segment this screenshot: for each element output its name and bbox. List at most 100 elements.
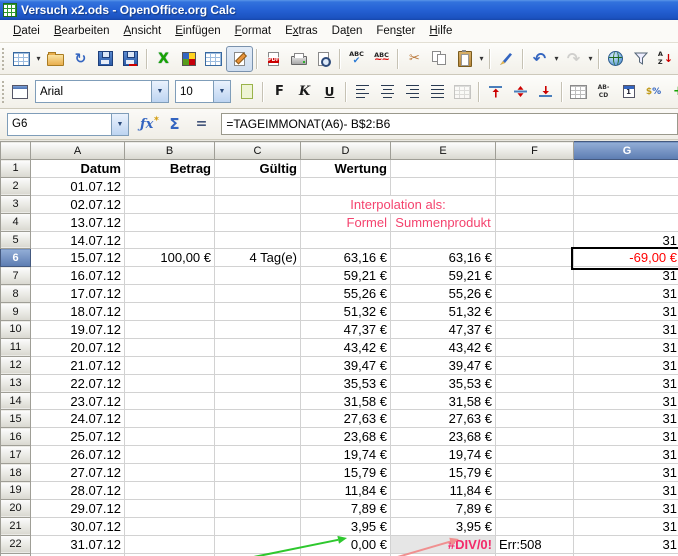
column-header-b[interactable]: B xyxy=(125,142,215,160)
cell-A5[interactable]: 14.07.12 xyxy=(31,231,125,249)
new-document-button[interactable] xyxy=(9,47,34,71)
export-pdf-button[interactable]: PDF xyxy=(261,47,286,71)
cell-A6[interactable]: 15.07.12 xyxy=(31,249,125,267)
cell-E5[interactable] xyxy=(391,231,496,249)
font-size-combo[interactable]: ▼ xyxy=(175,80,231,103)
cell-E15[interactable]: 27,63 € xyxy=(391,410,496,428)
cell-C10[interactable] xyxy=(215,321,301,339)
row-header-18[interactable]: 18 xyxy=(1,464,31,482)
row-header-7[interactable]: 7 xyxy=(1,267,31,285)
column-header-d[interactable]: D xyxy=(301,142,391,160)
cell-B2[interactable] xyxy=(125,177,215,195)
column-header-g[interactable]: G xyxy=(574,142,678,160)
cell-B12[interactable] xyxy=(125,356,215,374)
format-paintbrush-button[interactable] xyxy=(494,47,519,71)
cell-F9[interactable] xyxy=(496,303,574,321)
bold-button[interactable]: F xyxy=(267,80,292,104)
align-right-button[interactable] xyxy=(400,80,425,104)
cell-E21[interactable]: 3,95 € xyxy=(391,517,496,535)
cell-C8[interactable] xyxy=(215,285,301,303)
function-wizard-button[interactable]: ƒx✶ xyxy=(132,112,161,136)
cell-F22[interactable]: Err:508 xyxy=(496,535,574,553)
row-header-21[interactable]: 21 xyxy=(1,517,31,535)
align-left-button[interactable] xyxy=(350,80,375,104)
cell-C21[interactable] xyxy=(215,517,301,535)
filter-button[interactable] xyxy=(628,47,653,71)
cell-E2[interactable] xyxy=(391,177,496,195)
title-bar[interactable]: Versuch x2.ods - OpenOffice.org Calc xyxy=(0,0,678,20)
row-header-10[interactable]: 10 xyxy=(1,321,31,339)
font-name-combo[interactable]: ▼ xyxy=(35,80,169,103)
chevron-down-icon[interactable]: ▼ xyxy=(111,114,128,135)
cell-D19[interactable]: 11,84 € xyxy=(301,482,391,500)
column-header-f[interactable]: F xyxy=(496,142,574,160)
auto-spellcheck-button[interactable]: ABC~~ xyxy=(369,47,394,71)
sort-ascending-button[interactable]: AZ↓ xyxy=(653,47,678,71)
wrap-ab-cd-button[interactable]: AB-CD xyxy=(591,80,616,104)
menu-ansicht[interactable]: Ansicht xyxy=(117,22,169,40)
cell-C5[interactable] xyxy=(215,231,301,249)
cell-A1[interactable]: Datum xyxy=(31,160,125,178)
cell-G16[interactable]: 31 xyxy=(574,428,678,446)
cell-G18[interactable]: 31 xyxy=(574,464,678,482)
align-vcenter-button[interactable] xyxy=(508,80,533,104)
select-all-corner[interactable] xyxy=(1,142,31,160)
cell-A7[interactable]: 16.07.12 xyxy=(31,267,125,285)
row-header-5[interactable]: 5 xyxy=(1,231,31,249)
cell-A11[interactable]: 20.07.12 xyxy=(31,338,125,356)
borders-button[interactable] xyxy=(566,80,591,104)
align-bottom-button[interactable] xyxy=(533,80,558,104)
cell-B7[interactable] xyxy=(125,267,215,285)
cell-B14[interactable] xyxy=(125,392,215,410)
cell-G17[interactable]: 31 xyxy=(574,446,678,464)
cell-B8[interactable] xyxy=(125,285,215,303)
cell-F11[interactable] xyxy=(496,338,574,356)
cell-G2[interactable] xyxy=(574,177,678,195)
cell-A17[interactable]: 26.07.12 xyxy=(31,446,125,464)
cell-B15[interactable] xyxy=(125,410,215,428)
cell-A12[interactable]: 21.07.12 xyxy=(31,356,125,374)
cell-F7[interactable] xyxy=(496,267,574,285)
cell-G20[interactable]: 31 xyxy=(574,499,678,517)
cell-F6[interactable] xyxy=(496,249,574,267)
cell-E12[interactable]: 39,47 € xyxy=(391,356,496,374)
cell-G4[interactable] xyxy=(574,213,678,231)
cell-C7[interactable] xyxy=(215,267,301,285)
column-header-e[interactable]: E xyxy=(391,142,496,160)
date-format-button[interactable]: 1 xyxy=(616,80,641,104)
menu-extras[interactable]: Extras xyxy=(278,22,325,40)
cell-reference-input[interactable] xyxy=(8,117,111,131)
cell-C9[interactable] xyxy=(215,303,301,321)
cell-C2[interactable] xyxy=(215,177,301,195)
row-header-16[interactable]: 16 xyxy=(1,428,31,446)
row-header-15[interactable]: 15 xyxy=(1,410,31,428)
add-decimal-button[interactable]: + xyxy=(666,80,678,104)
cell-C4[interactable] xyxy=(215,213,301,231)
cell-D14[interactable]: 31,58 € xyxy=(301,392,391,410)
cell-A10[interactable]: 19.07.12 xyxy=(31,321,125,339)
cell-A4[interactable]: 13.07.12 xyxy=(31,213,125,231)
cell-G9[interactable]: 31 xyxy=(574,303,678,321)
cell-G14[interactable]: 31 xyxy=(574,392,678,410)
row-header-3[interactable]: 3 xyxy=(1,195,31,213)
sum-button[interactable]: Σ xyxy=(161,112,187,136)
currency-format-button[interactable]: $% xyxy=(641,80,666,104)
cell-F3[interactable] xyxy=(496,195,574,213)
green-x-button[interactable]: X xyxy=(151,47,176,71)
cell-A20[interactable]: 29.07.12 xyxy=(31,499,125,517)
menu-fenster[interactable]: Fenster xyxy=(369,22,422,40)
open-button[interactable] xyxy=(43,47,68,71)
row-header-13[interactable]: 13 xyxy=(1,374,31,392)
cell-D8[interactable]: 55,26 € xyxy=(301,285,391,303)
cell-C17[interactable] xyxy=(215,446,301,464)
toolbar-drag-handle[interactable] xyxy=(2,81,4,103)
cell-G22[interactable]: 31 xyxy=(574,535,678,553)
row-header-19[interactable]: 19 xyxy=(1,482,31,500)
cell-B9[interactable] xyxy=(125,303,215,321)
cell-D2[interactable] xyxy=(301,177,391,195)
cell-E11[interactable]: 43,42 € xyxy=(391,338,496,356)
row-header-22[interactable]: 22 xyxy=(1,535,31,553)
cell-C16[interactable] xyxy=(215,428,301,446)
reload-button[interactable]: ↻ xyxy=(68,47,93,71)
cell-F13[interactable] xyxy=(496,374,574,392)
